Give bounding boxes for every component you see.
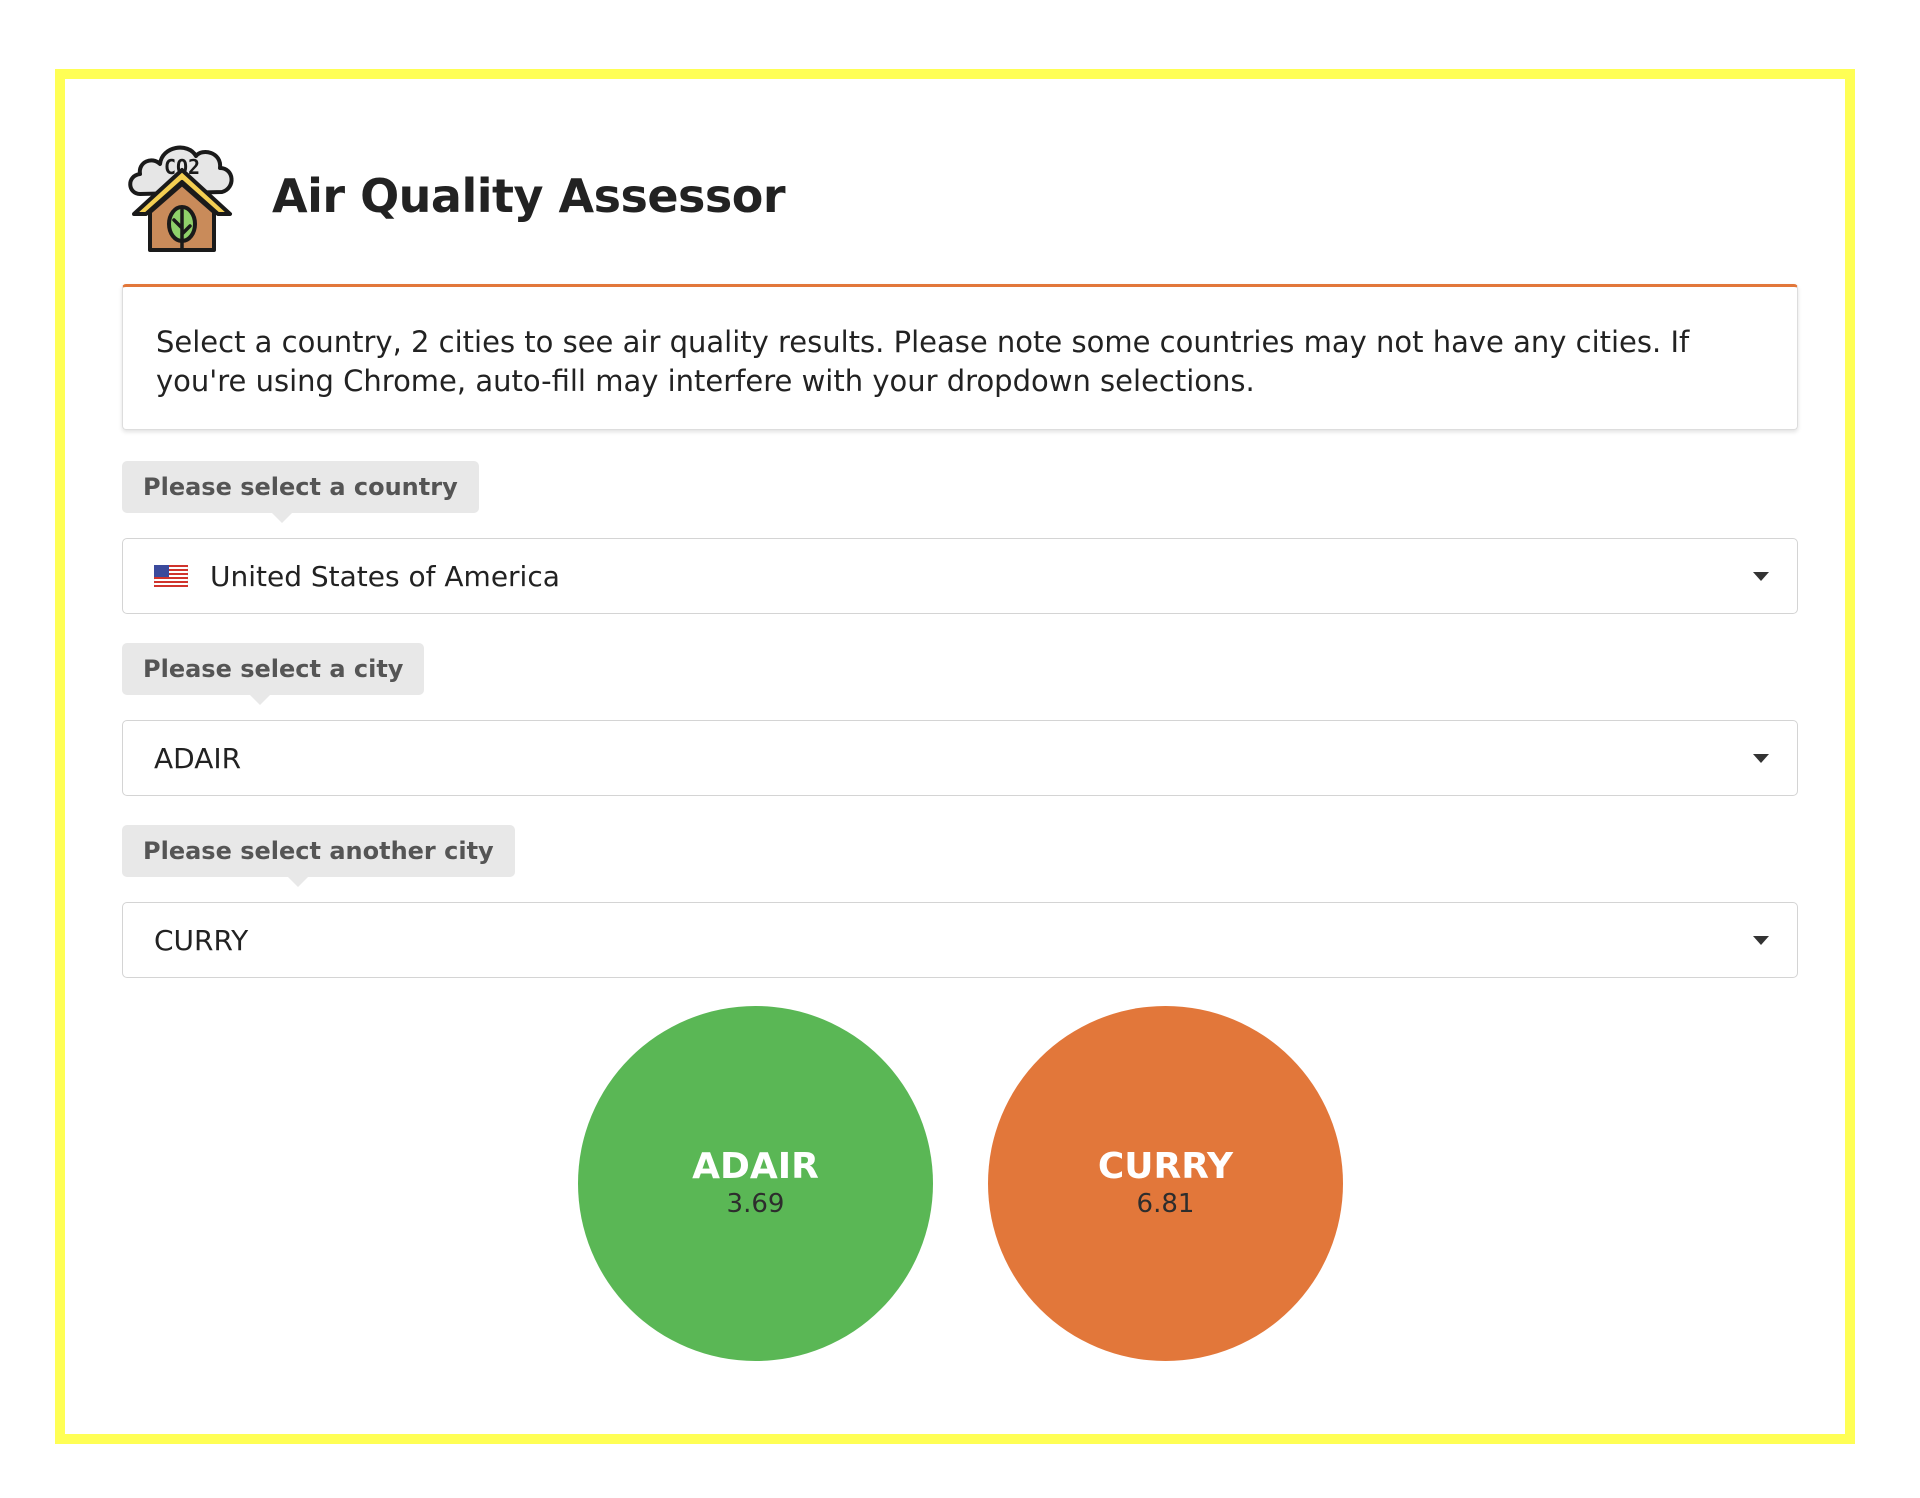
another-city-value: CURRY [154,923,249,957]
co2-house-leaf-icon: CO2 [128,145,234,252]
city-value: ADAIR [154,741,242,775]
page-title: Air Quality Assessor [272,169,786,223]
another-city-label: Please select another city [122,825,515,887]
result-value: 6.81 [1136,1188,1195,1219]
country-select[interactable]: United States of America [122,538,1798,614]
city-select[interactable]: ADAIR [122,720,1798,796]
country-label: Please select a country [122,461,479,523]
country-value: United States of America [210,559,560,593]
label-pointer [250,695,270,705]
country-label-text: Please select a country [143,473,458,501]
result-circle-city1: ADAIR 3.69 [578,1006,933,1361]
another-city-label-text: Please select another city [143,837,494,865]
instructions-text: Select a country, 2 cities to see air qu… [156,325,1690,398]
instructions-notice: Select a country, 2 cities to see air qu… [122,284,1798,430]
result-city-name: ADAIR [692,1145,819,1187]
label-pointer [272,513,292,523]
us-flag-icon [154,565,188,587]
app-header: CO2 Air Quality Assessor [122,136,786,256]
chevron-down-icon[interactable] [1753,936,1769,945]
result-city-name: CURRY [1097,1145,1234,1187]
result-value: 3.69 [726,1188,785,1219]
label-pointer [288,877,308,887]
city-label: Please select a city [122,643,425,705]
result-circle-city2: CURRY 6.81 [988,1006,1343,1361]
another-city-select[interactable]: CURRY [122,902,1798,978]
city-label-text: Please select a city [143,655,404,683]
chevron-down-icon[interactable] [1753,754,1769,763]
chevron-down-icon[interactable] [1753,572,1769,581]
